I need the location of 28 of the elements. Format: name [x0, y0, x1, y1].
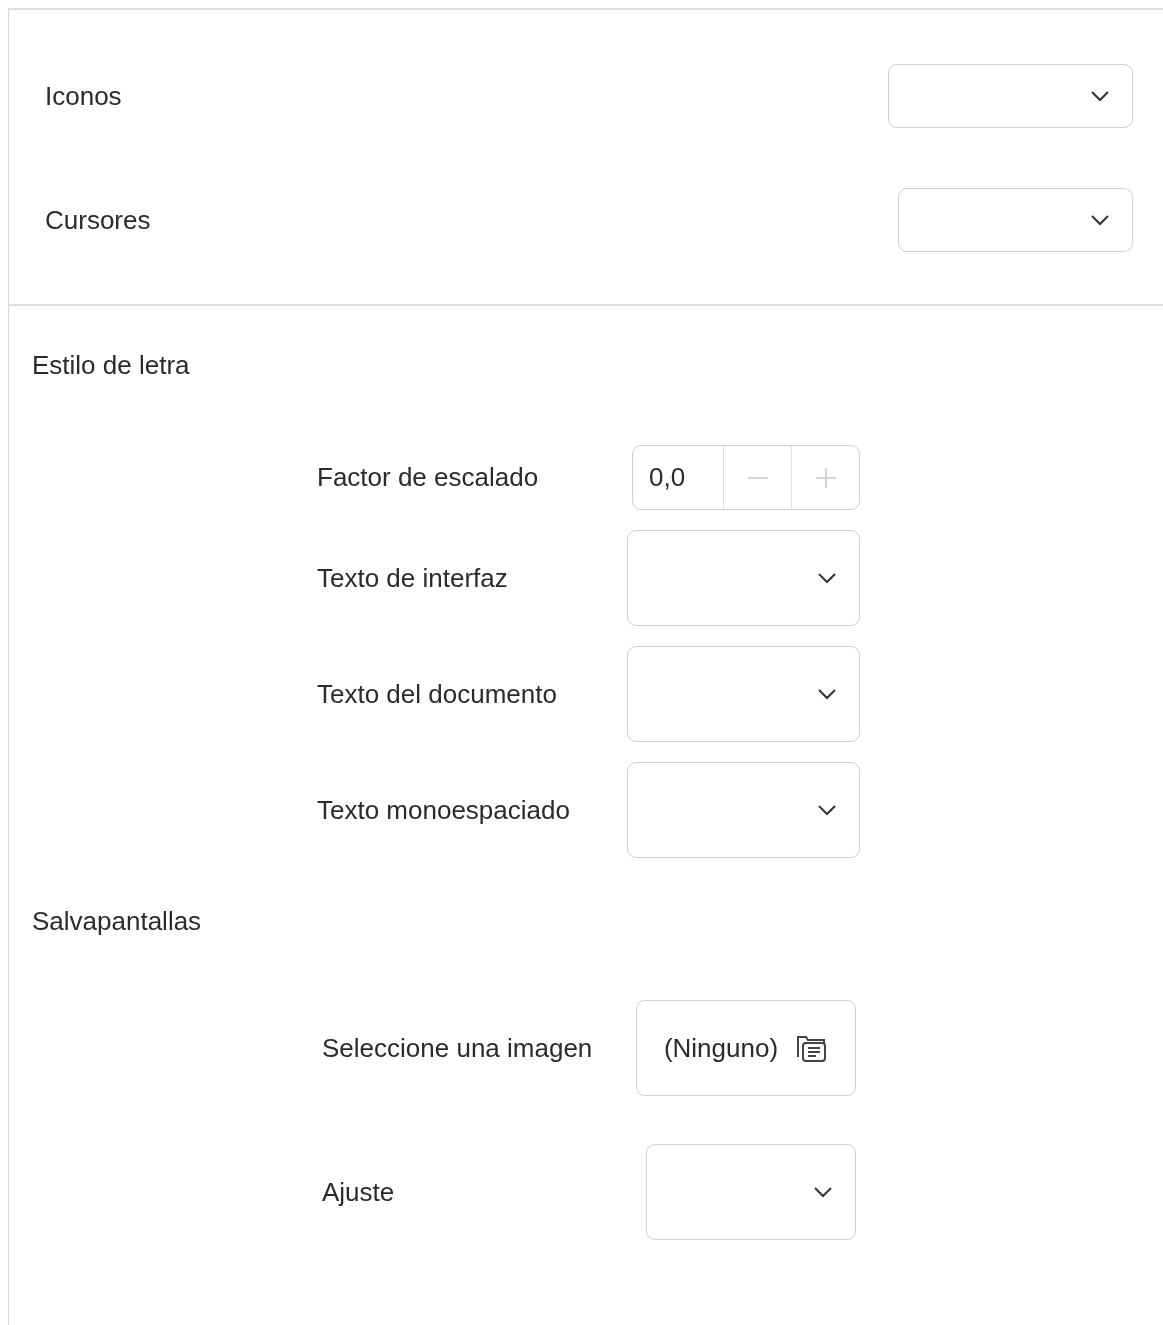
section-heading: Salvapantallas [32, 905, 203, 938]
setting-label: Factor de escalado [317, 461, 540, 495]
dropdown-button[interactable] [627, 646, 860, 743]
dropdown-button[interactable] [898, 188, 1133, 252]
chevron-icon [1090, 90, 1110, 102]
dropdown-button[interactable] [888, 64, 1133, 128]
chevron-icon [1090, 214, 1110, 226]
value-field[interactable]: 0,0 [633, 446, 723, 510]
folder-icon [796, 1033, 829, 1064]
chevron-icon [817, 804, 837, 817]
setting-label: Ajuste [322, 1175, 396, 1209]
dropdown-button[interactable] [627, 762, 860, 859]
dropdown-button[interactable] [646, 1144, 856, 1241]
section-heading: Estilo de letra [32, 349, 191, 382]
plus-icon [815, 467, 836, 488]
setting-label: Seleccione una imagen [322, 1031, 594, 1065]
setting-label: Texto del documento [317, 677, 558, 711]
minus-icon [747, 476, 768, 479]
spin-field[interactable]: 0,0 [632, 445, 860, 511]
setting-label: Texto monoespaciado [317, 793, 571, 827]
chevron-icon [817, 688, 837, 701]
chevron-icon [817, 572, 837, 585]
dropdown-button[interactable] [627, 530, 860, 627]
setting-label: Iconos [45, 79, 122, 113]
file-chooser-button[interactable]: (Ninguno) [636, 1000, 856, 1097]
chevron-icon [813, 1186, 833, 1199]
setting-label: Cursores [45, 203, 151, 237]
setting-label: Texto de interfaz [317, 561, 509, 595]
